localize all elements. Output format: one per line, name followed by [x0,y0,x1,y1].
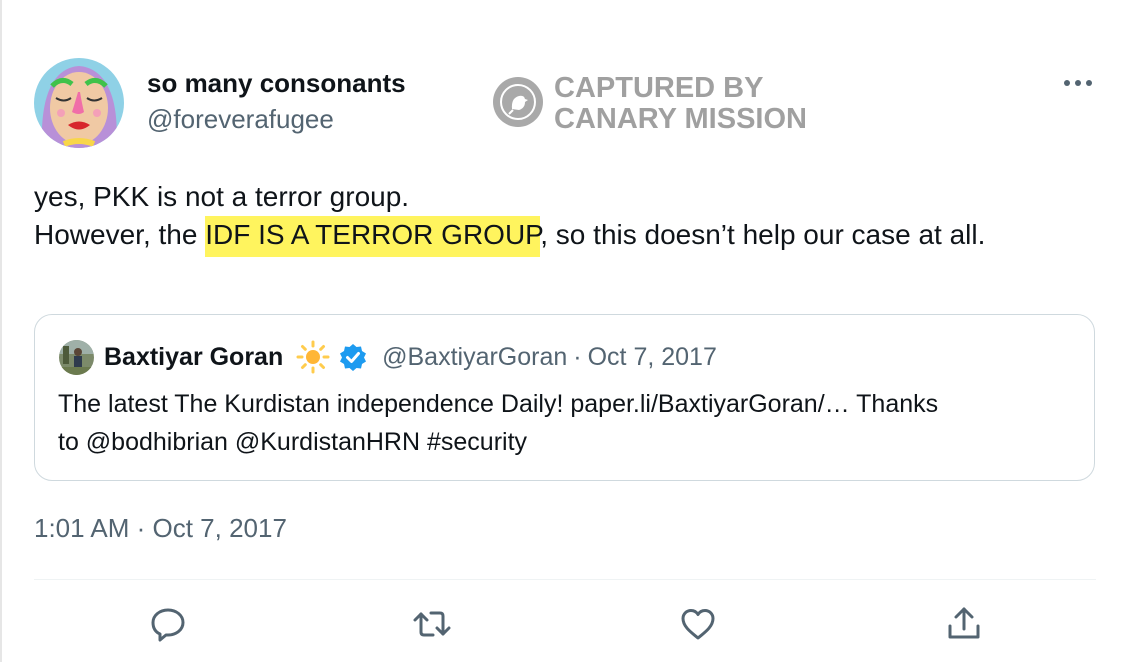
quoted-tweet-card[interactable]: Baxtiyar Goran @BaxtiyarGoran · Oct 7, 201… [34,314,1095,481]
reply-button[interactable] [148,604,188,644]
reply-icon [151,608,185,642]
verified-badge-icon [340,344,367,371]
action-bar-divider [34,579,1096,580]
share-icon [948,607,980,639]
watermark-line-1: CAPTURED BY [554,72,764,104]
like-button[interactable] [678,604,718,644]
retweet-button[interactable] [412,604,452,644]
quoted-tweet-date: Oct 7, 2017 [587,343,717,371]
tweet-timestamp[interactable]: 1:01 AM · Oct 7, 2017 [34,513,287,544]
author-avatar-illustration [34,58,124,148]
page-edge-rule [0,0,2,662]
quoted-tweet-text-line-1: The latest The Kurdistan independence Da… [58,390,939,418]
quoted-tweet-text: The latest The Kurdistan independence Da… [58,385,1088,461]
tweet-text: yes, PKK is not a terror group. However,… [34,178,1104,257]
quoted-author-handle: @BaxtiyarGoran [382,343,568,371]
tweet-text-line-1: yes, PKK is not a terror group. [34,181,410,212]
canary-mission-watermark: CAPTURED BY CANARY MISSION [492,73,822,135]
quoted-tweet-text-line-2: to @bodhibrian @KurdistanHRN #security [58,428,528,456]
retweet-icon [413,611,451,637]
author-handle[interactable]: @foreverafugee [147,104,334,135]
watermark-line-2: CANARY MISSION [554,103,807,135]
sun-emoji-icon [296,340,330,374]
quoted-meta-separator: · [573,343,582,371]
more-options-button[interactable] [1060,70,1096,96]
author-avatar[interactable] [34,58,124,148]
tweet-text-before-highlight: However, the [34,219,206,250]
like-icon [681,609,715,640]
quoted-author-avatar [59,340,94,375]
highlighted-phrase: IDF IS A TERROR GROUP [205,216,541,257]
more-dots-icon [1064,80,1092,86]
share-button[interactable] [944,604,984,644]
author-display-name[interactable]: so many consonants [147,68,406,99]
tweet-text-after-highlight: , so this doesn’t help our case at all. [540,219,986,250]
tweet-text-line-2: However, the IDF IS A TERROR GROUP, so t… [34,216,1104,257]
quoted-author-name: Baxtiyar Goran [104,343,284,371]
quoted-author-avatar-photo [59,340,94,375]
canary-logo-icon [493,77,543,127]
watermark-text: CAPTURED BY CANARY MISSION [554,73,807,135]
quoted-tweet-header: Baxtiyar Goran @BaxtiyarGoran · Oct 7, 201… [104,340,717,374]
